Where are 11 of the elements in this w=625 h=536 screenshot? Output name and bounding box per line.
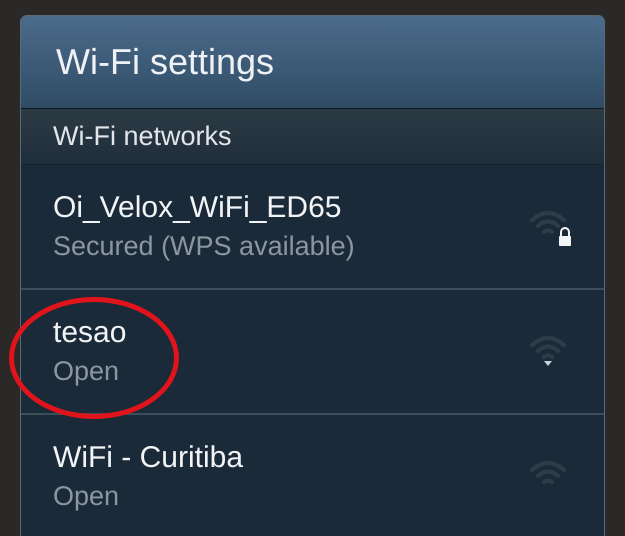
network-name: tesao [53, 316, 126, 350]
network-name: Oi_Velox_WiFi_ED65 [53, 191, 342, 225]
section-title: Wi-Fi networks [53, 121, 232, 152]
network-name: WiFi - Curitiba [53, 441, 244, 475]
network-item[interactable]: tesao Open [21, 290, 604, 415]
dialog-title: Wi-Fi settings [56, 41, 274, 83]
network-item[interactable]: Oi_Velox_WiFi_ED65 Secured (WPS available) [21, 165, 604, 290]
network-status: Secured (WPS available) [53, 231, 355, 262]
network-item[interactable]: WiFi - Curitiba Open [21, 415, 604, 536]
network-status: Open [53, 481, 120, 512]
network-status: Open [53, 356, 120, 387]
